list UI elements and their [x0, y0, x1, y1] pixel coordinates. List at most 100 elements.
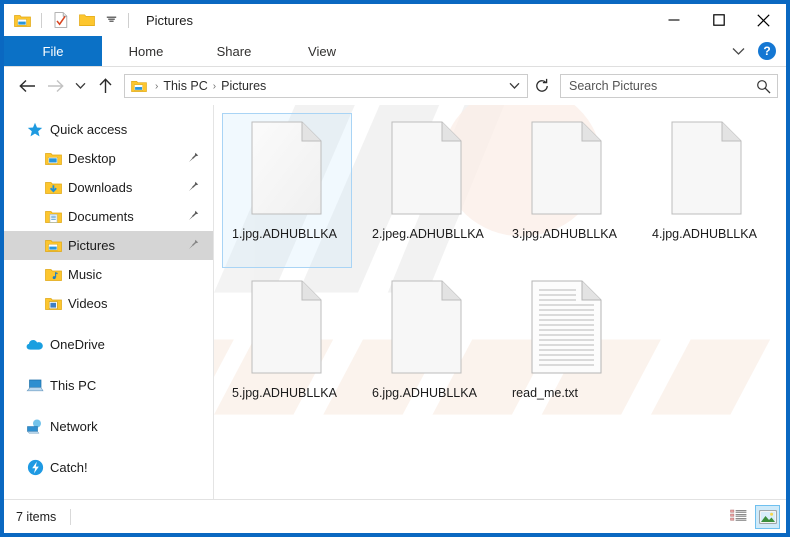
- sidebar-label-this-pc: This PC: [50, 378, 97, 393]
- forward-arrow-icon[interactable]: [42, 73, 68, 99]
- tab-file[interactable]: File: [4, 36, 102, 66]
- main-body: Quick access Desktop Downloads Documents…: [4, 105, 786, 499]
- file-item[interactable]: 3.jpg.ADHUBLLKA: [502, 113, 632, 268]
- text-file-icon: [528, 279, 606, 375]
- sidebar-item-onedrive[interactable]: OneDrive: [4, 330, 213, 359]
- file-item[interactable]: 1.jpg.ADHUBLLKA: [222, 113, 352, 268]
- sidebar-item-downloads[interactable]: Downloads: [4, 173, 213, 202]
- sidebar-gap-4: [4, 441, 213, 453]
- this-pc-icon: [26, 377, 44, 395]
- network-icon: [26, 418, 44, 436]
- sidebar-item-documents[interactable]: Documents: [4, 202, 213, 231]
- up-arrow-icon[interactable]: [92, 73, 118, 99]
- refresh-icon[interactable]: [530, 73, 554, 99]
- search-input[interactable]: Search Pictures: [560, 74, 778, 98]
- properties-icon[interactable]: [51, 10, 71, 30]
- pictures-folder-icon[interactable]: [12, 10, 32, 30]
- blank-file-icon: [248, 279, 326, 375]
- file-name: 5.jpg.ADHUBLLKA: [232, 386, 337, 400]
- pin-icon-desktop[interactable]: [188, 150, 199, 168]
- pin-icon-pictures[interactable]: [188, 237, 199, 255]
- breadcrumb[interactable]: › This PC › Pictures: [131, 79, 505, 93]
- tab-view[interactable]: View: [278, 36, 366, 66]
- sidebar-label-desktop: Desktop: [68, 151, 116, 166]
- sidebar-label-quick-access: Quick access: [50, 122, 128, 137]
- item-count-label: 7 items: [16, 509, 57, 524]
- sidebar-item-videos[interactable]: Videos: [4, 289, 213, 318]
- large-icons-view-button[interactable]: [755, 504, 780, 529]
- pin-icon-documents[interactable]: [188, 208, 199, 226]
- ribbon-right-controls: ?: [726, 36, 780, 66]
- details-view-button[interactable]: [726, 505, 751, 529]
- breadcrumb-pictures[interactable]: Pictures: [221, 79, 266, 93]
- back-arrow-icon[interactable]: [14, 73, 40, 99]
- file-name: 4.jpg.ADHUBLLKA: [652, 227, 757, 241]
- breadcrumb-this-pc[interactable]: This PC: [163, 79, 207, 93]
- file-item[interactable]: read_me.txt: [502, 272, 632, 427]
- file-name: 3.jpg.ADHUBLLKA: [512, 227, 617, 241]
- file-item[interactable]: 6.jpg.ADHUBLLKA: [362, 272, 492, 427]
- file-explorer-window: Pictures File Home Share View ? › This P…: [0, 0, 790, 537]
- tab-share[interactable]: Share: [190, 36, 278, 66]
- blank-file-icon: [668, 120, 746, 216]
- blank-file-icon: [388, 120, 466, 216]
- sidebar-label-documents: Documents: [68, 209, 134, 224]
- recent-locations-chevron-icon[interactable]: [70, 73, 90, 99]
- file-name: read_me.txt: [512, 386, 579, 400]
- catch-app-icon: [26, 459, 44, 477]
- address-dropdown-icon[interactable]: [505, 75, 523, 97]
- status-separator: [70, 508, 72, 525]
- folder-downloads-icon: [44, 179, 62, 197]
- folder-pictures-icon: [44, 237, 62, 255]
- qat-separator-1: [41, 12, 42, 28]
- close-button[interactable]: [741, 4, 786, 36]
- file-item[interactable]: 5.jpg.ADHUBLLKA: [222, 272, 352, 427]
- minimize-button[interactable]: [651, 4, 696, 36]
- tab-home[interactable]: Home: [102, 36, 190, 66]
- sidebar-item-network[interactable]: Network: [4, 412, 213, 441]
- window-controls: [651, 4, 786, 36]
- sidebar-label-pictures: Pictures: [68, 238, 115, 253]
- sidebar-gap-2: [4, 359, 213, 371]
- file-name: 2.jpeg.ADHUBLLKA: [372, 227, 484, 241]
- sidebar-item-quick-access[interactable]: Quick access: [4, 115, 213, 144]
- sidebar-item-pictures[interactable]: Pictures: [4, 231, 213, 260]
- folder-music-icon: [44, 266, 62, 284]
- maximize-button[interactable]: [696, 4, 741, 36]
- new-folder-icon[interactable]: [77, 10, 97, 30]
- sidebar-label-catch: Catch!: [50, 460, 88, 475]
- sidebar-gap-3: [4, 400, 213, 412]
- navigation-pane: Quick access Desktop Downloads Documents…: [4, 105, 214, 499]
- file-item[interactable]: 4.jpg.ADHUBLLKA: [642, 113, 772, 268]
- search-icon[interactable]: [756, 79, 771, 94]
- sidebar-label-music: Music: [68, 267, 102, 282]
- navigation-bar: › This PC › Pictures Search Pictures: [4, 67, 786, 105]
- title-bar: Pictures: [4, 4, 786, 36]
- pin-icon-downloads[interactable]: [188, 179, 199, 197]
- file-list-pane[interactable]: 1.jpg.ADHUBLLKA 2.jpeg.ADHUBLLKA 3.jpg.A…: [214, 105, 786, 499]
- sidebar-label-downloads: Downloads: [68, 180, 133, 195]
- view-mode-buttons: [726, 504, 780, 529]
- file-name: 6.jpg.ADHUBLLKA: [372, 386, 477, 400]
- customize-chevron-icon[interactable]: [103, 10, 119, 30]
- breadcrumb-folder-icon: [131, 79, 147, 93]
- address-bar[interactable]: › This PC › Pictures: [124, 74, 528, 98]
- status-bar: 7 items: [4, 499, 786, 533]
- sidebar-item-catch[interactable]: Catch!: [4, 453, 213, 482]
- sidebar-gap-1: [4, 318, 213, 330]
- sidebar-label-onedrive: OneDrive: [50, 337, 105, 352]
- sidebar-item-music[interactable]: Music: [4, 260, 213, 289]
- breadcrumb-separator-1: ›: [212, 80, 217, 92]
- quick-access-toolbar: Pictures: [4, 4, 193, 36]
- sidebar-item-desktop[interactable]: Desktop: [4, 144, 213, 173]
- chevron-down-icon[interactable]: [726, 39, 750, 63]
- file-item[interactable]: 2.jpeg.ADHUBLLKA: [362, 113, 492, 268]
- search-placeholder: Search Pictures: [569, 79, 658, 93]
- help-icon[interactable]: ?: [758, 42, 776, 60]
- blank-file-icon: [388, 279, 466, 375]
- sidebar-label-videos: Videos: [68, 296, 108, 311]
- sidebar-item-this-pc[interactable]: This PC: [4, 371, 213, 400]
- onedrive-cloud-icon: [26, 336, 44, 354]
- file-grid: 1.jpg.ADHUBLLKA 2.jpeg.ADHUBLLKA 3.jpg.A…: [214, 105, 786, 431]
- file-name: 1.jpg.ADHUBLLKA: [232, 227, 337, 241]
